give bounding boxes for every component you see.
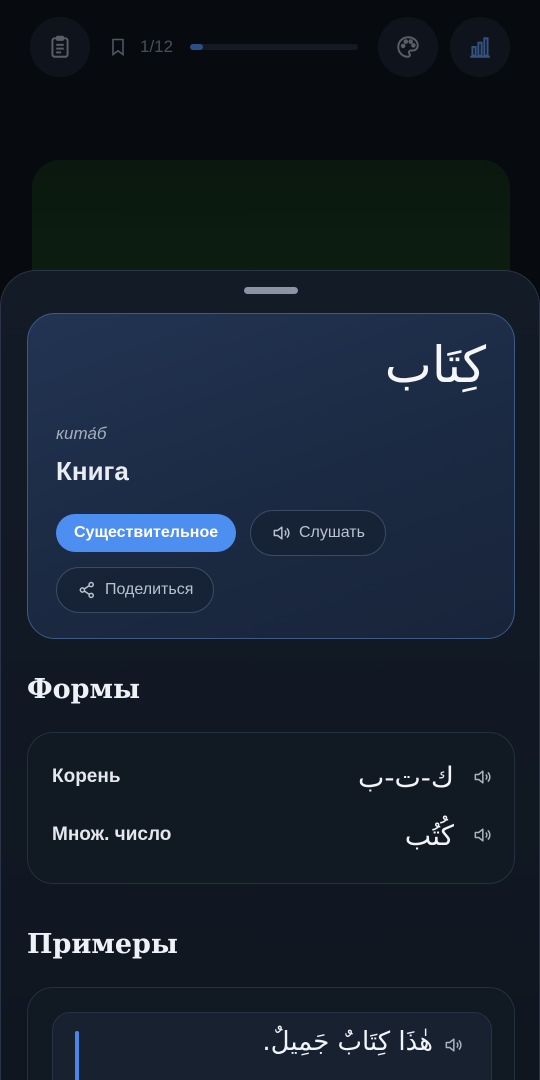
example-accent-bar — [75, 1031, 79, 1080]
speaker-icon — [273, 526, 290, 540]
progress-bar — [190, 44, 358, 50]
examples-heading: Примеры — [27, 929, 178, 960]
share-label: Поделиться — [105, 581, 194, 598]
form-row-root: Корень ك-ت-ب — [52, 757, 492, 797]
part-of-speech-badge: Существительное — [56, 514, 237, 552]
list-icon — [51, 35, 69, 58]
word-list-button[interactable] — [30, 17, 90, 77]
word-card: كِتَاب кита́б Книга Существительное Слуш… — [27, 313, 515, 639]
word-details-sheet: كِتَاب кита́б Книга Существительное Слуш… — [0, 270, 540, 1080]
progress-counter: 1/12 — [140, 37, 174, 56]
top-bar: 1/12 — [0, 0, 540, 100]
arabic-word: كِتَاب — [384, 336, 486, 394]
stats-button[interactable] — [450, 17, 510, 77]
form-label: Множ. число — [52, 824, 172, 845]
form-label: Корень — [52, 766, 121, 787]
speaker-icon[interactable] — [472, 767, 492, 787]
translation: Книга — [56, 456, 129, 486]
progress-bar-fill — [190, 44, 204, 50]
share-icon — [79, 581, 94, 599]
transliteration: кита́б — [56, 424, 107, 443]
example-item: هٰذَا كِتَابٌ جَمِيلٌ. — [52, 1012, 492, 1080]
form-value: ك-ت-ب — [357, 760, 454, 794]
listen-button[interactable]: Слушать — [250, 510, 386, 556]
form-value: كُتُب — [404, 818, 454, 852]
listen-label: Слушать — [299, 524, 365, 541]
share-button[interactable]: Поделиться — [56, 567, 215, 613]
examples-card: هٰذَا كِتَابٌ جَمِيلٌ. — [27, 987, 515, 1080]
forms-card: Корень ك-ت-ب Множ. число كُتُب — [27, 732, 515, 884]
forms-heading: Формы — [27, 674, 141, 705]
theme-button[interactable] — [378, 17, 438, 77]
progress-indicator: 1/12 — [110, 34, 362, 60]
bookmark-icon[interactable] — [110, 38, 126, 56]
example-arabic: هٰذَا كِتَابٌ جَمِيلٌ. — [262, 1027, 433, 1057]
app-screen: 1/12 كِتَاب кита́б Книга Существительное… — [0, 0, 540, 1080]
stats-icon — [470, 37, 490, 58]
form-row-plural: Множ. число كُتُب — [52, 815, 492, 855]
speaker-icon[interactable] — [472, 825, 492, 845]
speaker-icon[interactable] — [443, 1035, 463, 1055]
palette-icon — [397, 36, 419, 58]
sheet-drag-handle[interactable] — [244, 287, 298, 294]
